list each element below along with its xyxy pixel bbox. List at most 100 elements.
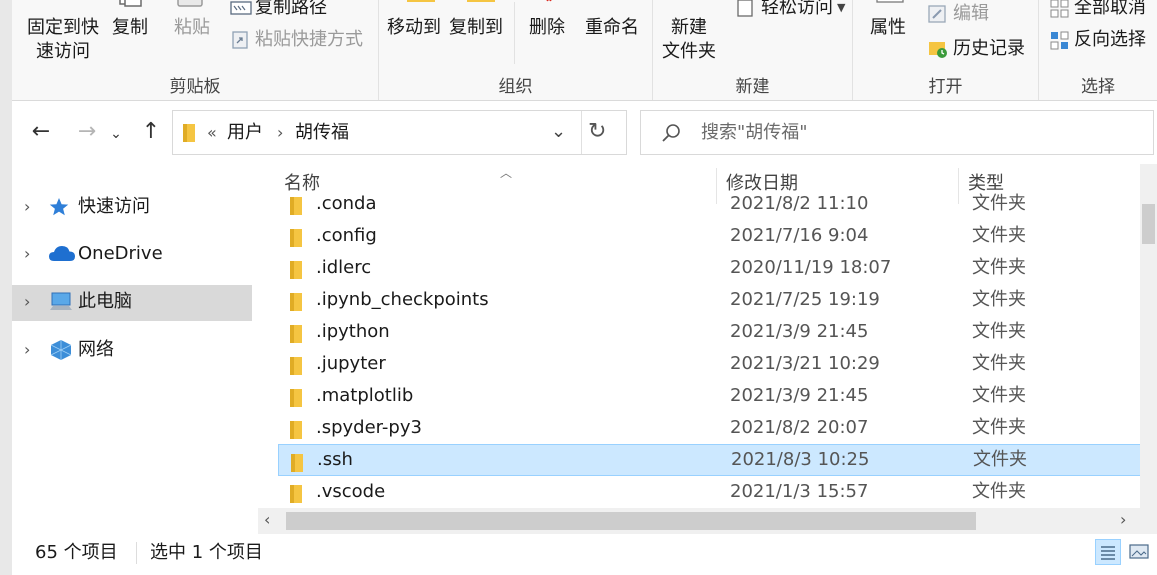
file-type: 文件夹 <box>972 417 1026 438</box>
file-row[interactable]: .vscode 2021/1/3 15:57 文件夹 <box>278 476 1151 508</box>
copy-to-button[interactable]: 复制到 <box>447 16 505 40</box>
select-none-button[interactable]: 全部取消 <box>1049 0 1146 20</box>
move-to-button[interactable]: 移动到 <box>385 16 443 40</box>
up-button[interactable]: ↑ <box>136 119 166 145</box>
pin-label-line2: 速访问 <box>36 41 90 62</box>
paste-icon <box>176 0 206 12</box>
copy-to-label: 复制到 <box>449 17 503 38</box>
nav-label-this-pc: 此电脑 <box>78 291 132 312</box>
chevron-right-icon[interactable]: › <box>24 292 30 312</box>
refresh-icon[interactable]: ↻ <box>588 119 606 144</box>
easy-access-icon <box>737 0 753 17</box>
selected-count: 选中 1 个项目 <box>150 542 263 563</box>
move-to-icon <box>401 0 441 12</box>
copy-to-icon <box>461 0 501 12</box>
open-group-label: 打开 <box>928 77 963 97</box>
file-row[interactable]: .conda 2021/8/2 11:10 文件夹 <box>278 188 1151 220</box>
edit-button[interactable]: 编辑 <box>927 2 989 26</box>
scrollbar-corner <box>1140 508 1157 534</box>
nav-item-quick-access[interactable]: › 快速访问 <box>12 190 252 226</box>
explorer-window: 固定到快 速访问 复制 粘贴 复制路径 粘贴快捷方式 剪贴板 移动到 复制到 删… <box>12 0 1157 575</box>
search-input[interactable]: 搜索"胡传福" <box>701 121 808 145</box>
new-group-label: 新建 <box>735 77 770 97</box>
vertical-scrollbar-thumb[interactable] <box>1142 204 1155 244</box>
file-row[interactable]: .matplotlib 2021/3/9 21:45 文件夹 <box>278 380 1151 412</box>
file-row[interactable]: .ssh 2021/8/3 10:25 文件夹 <box>278 444 1151 476</box>
details-view-icon <box>1101 546 1115 560</box>
properties-label: 属性 <box>870 17 906 38</box>
navigation-pane: › 快速访问 › OneDrive › 此电脑 › 网络 <box>12 164 255 524</box>
search-box[interactable]: 搜索"胡传福" <box>640 110 1154 155</box>
new-folder-icon <box>675 0 709 12</box>
chevron-right-icon[interactable]: › <box>24 244 30 264</box>
nav-item-onedrive[interactable]: › OneDrive <box>12 237 252 273</box>
chevron-right-icon[interactable]: › <box>24 197 30 217</box>
breadcrumb-users[interactable]: 用户 <box>227 121 263 145</box>
history-button[interactable]: 历史记录 <box>927 37 1025 61</box>
easy-access-button[interactable]: 轻松访问 ▼ <box>735 0 845 20</box>
nav-item-this-pc[interactable]: › 此电脑 <box>12 285 252 321</box>
scroll-right-icon[interactable]: › <box>1120 510 1126 529</box>
nav-item-network[interactable]: › 网络 <box>12 333 252 369</box>
paste-button[interactable]: 粘贴 <box>170 16 214 40</box>
file-modified-date: 2021/8/3 10:25 <box>731 449 870 470</box>
file-row[interactable]: .jupyter 2021/3/21 10:29 文件夹 <box>278 348 1151 380</box>
rename-button[interactable]: 重命名 <box>579 16 645 40</box>
new-folder-label-line2: 文件夹 <box>662 41 716 62</box>
file-row[interactable]: .config 2021/7/16 9:04 文件夹 <box>278 220 1151 252</box>
paste-shortcut-label: 粘贴快捷方式 <box>255 29 363 50</box>
select-group-label: 选择 <box>1081 77 1115 97</box>
invert-selection-button[interactable]: 反向选择 <box>1049 28 1146 52</box>
horizontal-scrollbar[interactable]: ‹ › <box>258 508 1140 534</box>
file-row[interactable]: .ipynb_checkpoints 2021/7/25 19:19 文件夹 <box>278 284 1151 316</box>
file-name: .ipynb_checkpoints <box>316 289 489 310</box>
new-folder-button[interactable]: 新建 文件夹 <box>657 16 721 64</box>
sort-ascending-icon: ︿ <box>500 166 513 180</box>
address-bar[interactable]: « 用户 › 胡传福 ⌄ ↻ <box>172 110 627 155</box>
new-folder-label-line1: 新建 <box>671 17 707 38</box>
forward-button[interactable]: → <box>72 119 102 145</box>
folder-icon <box>288 356 304 380</box>
back-button[interactable]: ← <box>26 119 56 145</box>
item-count: 65 个项目 <box>35 542 118 563</box>
recent-locations-button[interactable]: ⌄ <box>106 121 126 147</box>
file-type: 文件夹 <box>972 321 1026 342</box>
file-name: .ipython <box>316 321 390 342</box>
large-icons-view-button[interactable] <box>1127 539 1153 565</box>
large-icons-view-icon <box>1129 544 1149 559</box>
scroll-left-icon[interactable]: ‹ <box>264 510 270 529</box>
star-icon <box>48 196 70 222</box>
file-row[interactable]: .idlerc 2020/11/19 18:07 文件夹 <box>278 252 1151 284</box>
paste-shortcut-button[interactable]: 粘贴快捷方式 <box>230 28 363 52</box>
properties-icon <box>873 0 907 12</box>
open-group: 属性 编辑 历史记录 打开 <box>853 0 1039 100</box>
folder-icon <box>288 196 304 220</box>
folder-icon <box>289 453 305 477</box>
invert-selection-label: 反向选择 <box>1074 29 1146 50</box>
invert-selection-icon <box>1050 31 1069 50</box>
address-dropdown-icon[interactable]: ⌄ <box>551 121 566 142</box>
network-icon <box>48 339 74 365</box>
history-label: 历史记录 <box>953 38 1025 59</box>
copy-button[interactable]: 复制 <box>108 16 152 40</box>
address-overflow-chevron[interactable]: « <box>207 121 217 145</box>
pin-quick-access-button[interactable]: 固定到快 速访问 <box>18 16 108 64</box>
file-row[interactable]: .spyder-py3 2021/8/2 20:07 文件夹 <box>278 412 1151 444</box>
copy-path-button[interactable]: 复制路径 <box>230 0 327 20</box>
breadcrumb-current-user[interactable]: 胡传福 <box>295 121 349 145</box>
organize-group: 移动到 复制到 删除 重命名 组织 <box>379 0 653 100</box>
address-divider <box>581 111 582 154</box>
status-bar: 65 个项目 选中 1 个项目 <box>12 534 1157 575</box>
vertical-scrollbar[interactable] <box>1140 164 1157 508</box>
easy-access-dropdown-icon: ▼ <box>837 1 846 14</box>
properties-button[interactable]: 属性 <box>863 16 913 40</box>
delete-button[interactable]: 删除 <box>525 16 569 40</box>
details-view-button[interactable] <box>1095 539 1121 565</box>
file-name: .spyder-py3 <box>316 417 422 438</box>
horizontal-scrollbar-thumb[interactable] <box>286 512 976 530</box>
file-type: 文件夹 <box>972 257 1026 278</box>
breadcrumb-separator[interactable]: › <box>277 121 283 145</box>
file-row[interactable]: .ipython 2021/3/9 21:45 文件夹 <box>278 316 1151 348</box>
chevron-right-icon[interactable]: › <box>24 340 30 360</box>
clipboard-group-label: 剪贴板 <box>169 77 221 97</box>
